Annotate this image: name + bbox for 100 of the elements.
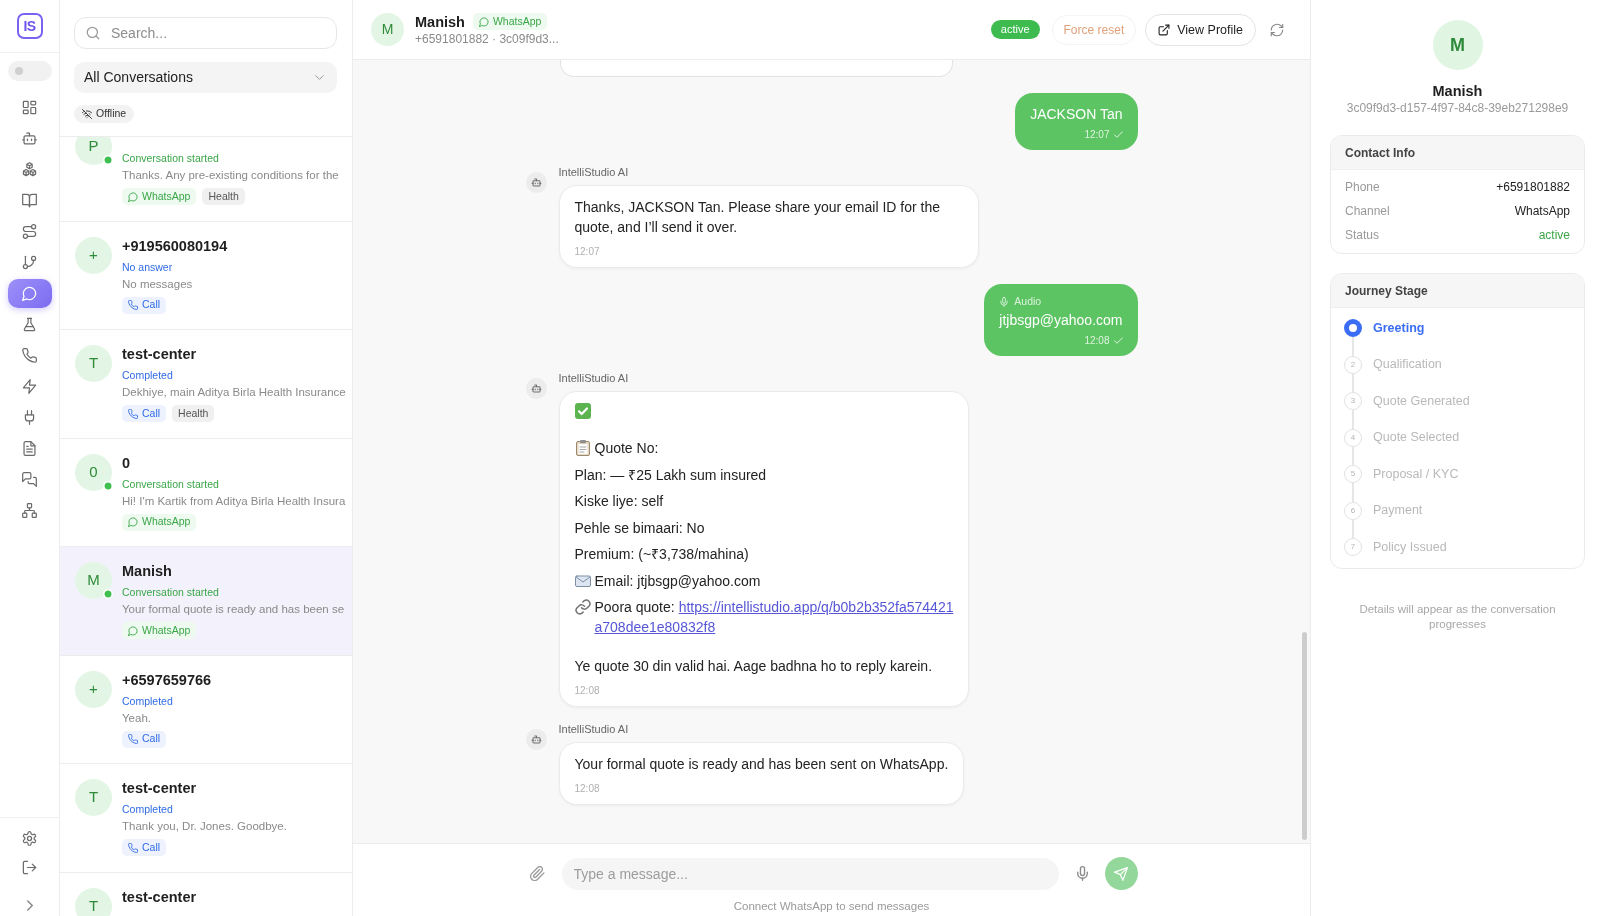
lightning-icon [22, 379, 37, 394]
link-icon [574, 599, 591, 615]
channel-name: WhatsApp [142, 188, 191, 204]
message-text: Pehle se bimaari: No [574, 518, 706, 538]
conversation-item[interactable]: T test-center Completed Thank you, Dr. Jones. Goodbye. Call [60, 764, 352, 873]
quote-link[interactable]: https://intellistudio.app/q/b0b2b352fa574421 [678, 599, 954, 615]
step-number: 2 [1344, 355, 1362, 374]
nav-item[interactable] [7, 279, 52, 308]
message-time: 12:08 [574, 782, 601, 795]
message-time: 12:08 [1084, 334, 1110, 347]
status-text: Completed [122, 693, 174, 708]
message-preview: Yeah. [122, 710, 152, 726]
message-text: Poora quote: https://intellistudio.app/q/b0b2b352fa574421 a708dee1e80832f8 [594, 598, 954, 637]
paperclip-icon[interactable] [529, 866, 545, 881]
chat-bubble-icon [128, 625, 138, 636]
message-input[interactable]: Type a message... [561, 857, 1059, 890]
step-number: 4 [1344, 428, 1362, 447]
composer-note: Connect WhatsApp to send messages [732, 899, 931, 913]
status-text: Completed [122, 368, 174, 382]
logo: IS [16, 13, 43, 39]
conversation-item[interactable]: M Manish Conversation started Your formal quote is ready and has been se WhatsApp [60, 547, 352, 656]
scrollbar[interactable] [1302, 632, 1307, 840]
message-time: 12:07 [574, 245, 601, 258]
contact-name: +919560080194 [122, 236, 229, 255]
plug-icon [22, 410, 37, 425]
step-number: 3 [1344, 392, 1362, 411]
chat-bubble-icon [128, 517, 138, 527]
channel-name: Call [142, 731, 161, 747]
avatar: P [75, 137, 112, 165]
conversation-item[interactable]: + +919560080194 No answer No messages Call [60, 221, 352, 330]
avatar: T [75, 779, 112, 816]
channel-name: Call [142, 839, 161, 855]
cubes-icon [22, 162, 37, 177]
chat-bubble-icon [128, 191, 138, 202]
info-label: Status [1345, 227, 1380, 243]
step-number: 7 [1344, 538, 1362, 557]
phone-icon [128, 734, 138, 744]
search-field[interactable]: Search... [74, 17, 337, 49]
conversation-item[interactable]: + +6597659766 Completed Yeah. Call [60, 655, 352, 764]
message-text: jtjbsgp@yahoo.com [999, 311, 1123, 330]
chevron-right-icon[interactable] [26, 899, 33, 911]
status-text: Conversation started [122, 476, 220, 491]
message-text: JACKSON Tan [1030, 105, 1123, 124]
step-label: Greeting [1373, 319, 1425, 337]
toggle-switch[interactable] [7, 61, 52, 81]
view-profile-button[interactable]: View Profile [1145, 13, 1256, 46]
step-label: Proposal / KYC [1373, 465, 1459, 483]
chevron-down-icon [315, 75, 324, 80]
step-label: Quote Generated [1373, 392, 1470, 410]
avatar: 0 [75, 453, 112, 491]
microphone-icon [999, 296, 1010, 307]
flask-icon [22, 317, 37, 332]
microphone-icon[interactable] [1074, 866, 1090, 881]
envelope-icon [574, 572, 591, 589]
channel-name: WhatsApp [142, 622, 191, 638]
sender-name: IntelliStudio AI [558, 372, 630, 385]
message-text: Plan: — ₹25 Lakh sum insured [574, 465, 768, 485]
filter-dropdown[interactable]: All Conversations [74, 62, 337, 93]
topic-tag: Health [202, 188, 245, 205]
chats-icon [22, 472, 37, 487]
message-text: Quote No: [594, 439, 659, 458]
logout-icon[interactable] [22, 860, 37, 875]
message-time: 12:08 [574, 684, 601, 697]
conversation-item[interactable]: T test-center Completed Dekhiye, main Aditya Birla Health Insurance Call Health [60, 330, 352, 439]
wifi-off-icon [82, 109, 92, 119]
card-title: Journey Stage [1331, 274, 1584, 308]
phone-icon [128, 408, 138, 419]
check-box-icon [574, 403, 591, 419]
channel-name: WhatsApp [142, 514, 191, 530]
contact-name: Manish [122, 562, 173, 580]
message-text: Email: jtjbsgp@yahoo.com [594, 571, 761, 591]
connection-label: Offline [96, 106, 127, 122]
sender-name: IntelliStudio AI [558, 166, 630, 179]
channel-name: Call [142, 405, 161, 421]
dashboard-icon [22, 100, 37, 115]
conversation-item[interactable]: T test-center [60, 872, 352, 916]
step-number: 5 [1344, 465, 1362, 484]
sender-name: IntelliStudio AI [558, 723, 630, 736]
quote-link[interactable]: a708dee1e80832f8 [594, 619, 716, 635]
status-text: Completed [122, 802, 174, 816]
contact-id: 3c09f9d3-d157-4f97-84c8-39eb271298e9 [1345, 101, 1570, 116]
info-label: Channel [1345, 203, 1390, 219]
contact-name: 0 [122, 453, 132, 472]
message-preview: Thanks. Any pre-existing conditions for the [122, 168, 340, 183]
conversation-item[interactable]: P Conversation started Thanks. Any pre-existing conditions for the WhatsApp Health [60, 137, 352, 222]
phone-icon [128, 300, 138, 310]
phone-icon [128, 842, 138, 853]
chat-bubble-icon [478, 16, 489, 27]
message-text: Premium: (~₹3,738/mahina) [574, 545, 750, 564]
contact-name: test-center [122, 887, 198, 906]
robot-icon [22, 131, 37, 146]
contact-name: test-center [122, 345, 198, 363]
avatar: + [75, 670, 112, 708]
step-label: Policy Issued [1373, 538, 1447, 556]
settings-icon[interactable] [22, 831, 37, 846]
message-text: Thanks, JACKSON Tan. Please share your email ID for the quote, and I’ll send it over. [574, 198, 941, 237]
info-value: WhatsApp [1514, 203, 1570, 219]
contact-name: test-center [122, 779, 198, 797]
message-preview: Hi! I'm Kartik from Aditya Birla Health Insura [122, 493, 347, 509]
refresh-icon[interactable] [1270, 22, 1284, 37]
